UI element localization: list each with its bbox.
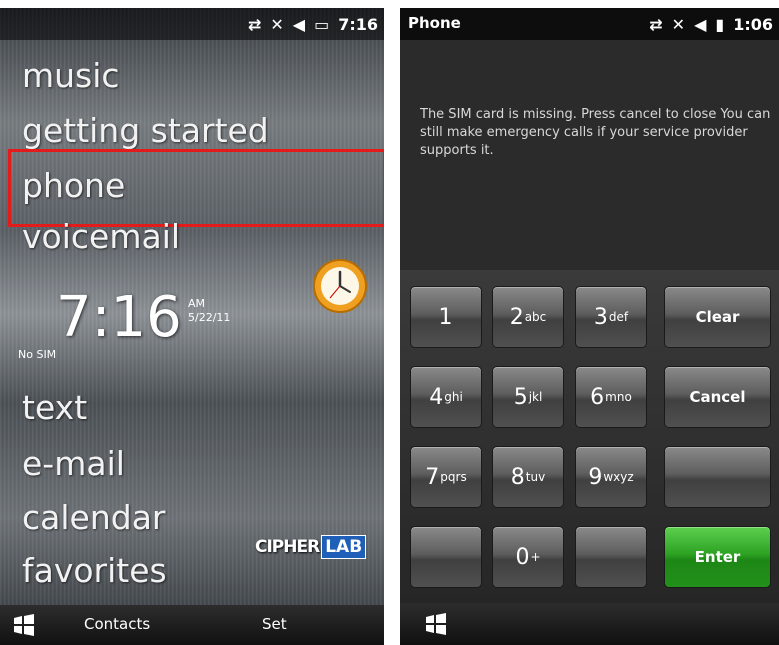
key-5[interactable]: 5 jkl	[492, 366, 564, 428]
windows-start-icon[interactable]	[12, 613, 36, 637]
app-title: Phone	[408, 14, 461, 32]
menu-item-text[interactable]: text	[22, 388, 87, 427]
dial-keypad: 1 2 abc 3 def Clear 4 ghi 5 jkl 6 mno Cancel …	[400, 270, 779, 605]
clock-date: 5/22/11	[188, 311, 231, 324]
status-time[interactable]: 1:06	[733, 15, 773, 34]
key-0[interactable]: 0 +	[492, 526, 564, 588]
enter-button[interactable]: Enter	[664, 526, 771, 588]
clock-icon[interactable]	[312, 258, 368, 314]
key-1[interactable]: 1	[410, 286, 482, 348]
key-8[interactable]: 8 tuv	[492, 446, 564, 508]
blank-key-right[interactable]	[575, 526, 647, 588]
taskbar: Contacts Set	[0, 605, 384, 645]
home-screen: ⇄ ✕ ◀ ▭ 7:16 music getting started phone…	[0, 8, 384, 645]
menu-item-email[interactable]: e-mail	[22, 444, 125, 483]
volume-icon[interactable]: ◀	[694, 15, 706, 34]
cipherlab-logo: CIPHER LAB	[255, 535, 367, 559]
key-4[interactable]: 4 ghi	[410, 366, 482, 428]
phone-highlight-box	[8, 149, 384, 227]
set-softkey[interactable]: Set	[262, 615, 287, 633]
battery-icon[interactable]: ▮	[715, 15, 724, 34]
no-sim-label: No SIM	[18, 348, 57, 361]
sim-missing-message: The SIM card is missing. Press cancel to…	[420, 107, 771, 158]
blank-action-key[interactable]	[664, 446, 771, 508]
connectivity-icon[interactable]: ⇄	[248, 15, 261, 34]
no-signal-icon[interactable]: ✕	[270, 15, 283, 34]
status-bar[interactable]: ⇄ ✕ ◀ ▭ 7:16	[0, 8, 384, 40]
status-time[interactable]: 7:16	[338, 15, 378, 34]
clear-button[interactable]: Clear	[664, 286, 771, 348]
battery-charging-icon[interactable]: ▭	[314, 15, 329, 34]
menu-item-favorites[interactable]: favorites	[22, 551, 167, 590]
status-bar[interactable]: Phone ⇄ ✕ ◀ ▮ 1:06	[400, 8, 779, 40]
menu-item-voicemail[interactable]: voicemail	[22, 217, 180, 256]
contacts-softkey[interactable]: Contacts	[84, 615, 150, 633]
menu-item-getting-started[interactable]: getting started	[22, 111, 269, 150]
key-6[interactable]: 6 mno	[575, 366, 647, 428]
phone-screen: Phone ⇄ ✕ ◀ ▮ 1:06 The SIM card is missi…	[400, 8, 779, 645]
key-2[interactable]: 2 abc	[492, 286, 564, 348]
clock-time: 7:16	[56, 285, 182, 350]
no-signal-icon[interactable]: ✕	[672, 15, 685, 34]
key-3[interactable]: 3 def	[575, 286, 647, 348]
taskbar	[400, 603, 779, 645]
blank-key-left[interactable]	[410, 526, 482, 588]
clock-ampm: AM	[188, 297, 206, 310]
key-7[interactable]: 7 pqrs	[410, 446, 482, 508]
connectivity-icon[interactable]: ⇄	[649, 15, 662, 34]
menu-item-music[interactable]: music	[22, 56, 120, 95]
volume-icon[interactable]: ◀	[293, 15, 305, 34]
windows-start-icon[interactable]	[424, 612, 448, 636]
menu-item-calendar[interactable]: calendar	[22, 498, 166, 537]
cancel-button[interactable]: Cancel	[664, 366, 771, 428]
key-9[interactable]: 9 wxyz	[575, 446, 647, 508]
